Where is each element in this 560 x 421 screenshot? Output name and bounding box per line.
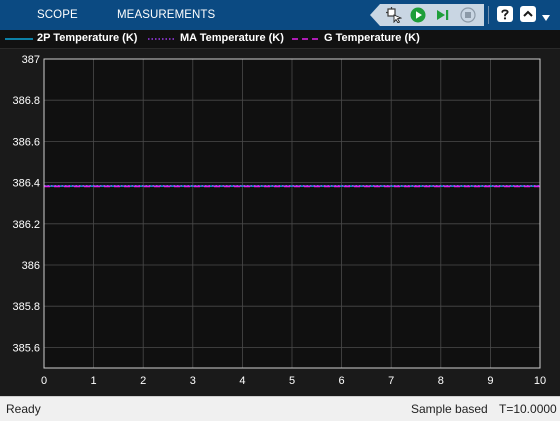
- status-bar: Ready Sample based T=10.0000: [0, 396, 560, 421]
- y-tick-label: 387: [22, 54, 40, 66]
- collapse-icon[interactable]: [520, 6, 536, 22]
- y-tick-label: 385.6: [12, 342, 40, 354]
- toolbar-separator: [488, 6, 489, 24]
- tab-scope[interactable]: SCOPE: [37, 0, 78, 30]
- sample-mode: Sample based: [411, 402, 488, 416]
- x-tick-label: 4: [239, 375, 245, 387]
- x-tick-label: 3: [190, 375, 196, 387]
- stop-icon[interactable]: [460, 7, 476, 23]
- simulation-time: T=10.0000: [499, 402, 557, 416]
- y-tick-label: 386.2: [12, 219, 40, 231]
- scope-plot[interactable]: 0 1 2 3 4 5 6 7 8 9 10 385.6 385.8 386 386.2 386.4 386.6…: [0, 48, 560, 396]
- simulation-controls: [370, 4, 484, 26]
- scope-toolstrip: SCOPE MEASUREMENTS: [0, 0, 560, 30]
- toolstrip-menu-icon[interactable]: [541, 10, 551, 28]
- help-icon[interactable]: [497, 6, 513, 22]
- highlight-blocks-icon[interactable]: [386, 7, 402, 23]
- x-tick-label: 9: [487, 375, 493, 387]
- legend-line-dashed: [292, 38, 320, 40]
- x-tick-label: 1: [91, 375, 97, 387]
- x-tick-label: 5: [289, 375, 295, 387]
- x-tick-label: 7: [388, 375, 394, 387]
- legend-label: G Temperature (K): [324, 32, 420, 44]
- run-icon[interactable]: [410, 7, 426, 23]
- tab-measurements[interactable]: MEASUREMENTS: [117, 0, 215, 30]
- y-tick-label: 385.8: [12, 301, 40, 313]
- x-tick-label: 10: [534, 375, 546, 387]
- legend-label: 2P Temperature (K): [37, 32, 138, 44]
- status-text: Ready: [6, 402, 41, 416]
- legend-line-dotted: [148, 38, 176, 40]
- legend: 2P Temperature (K) MA Temperature (K) G …: [0, 30, 560, 49]
- y-tick-label: 386.6: [12, 136, 40, 148]
- y-tick-label: 386.4: [12, 178, 40, 190]
- step-forward-icon[interactable]: [434, 7, 450, 23]
- y-tick-label: 386.8: [12, 95, 40, 107]
- x-tick-label: 2: [140, 375, 146, 387]
- x-tick-label: 6: [339, 375, 345, 387]
- x-tick-label: 8: [438, 375, 444, 387]
- legend-line-solid: [5, 38, 33, 40]
- x-tick-label: 0: [41, 375, 47, 387]
- legend-label: MA Temperature (K): [180, 32, 284, 44]
- y-tick-label: 386: [22, 260, 40, 272]
